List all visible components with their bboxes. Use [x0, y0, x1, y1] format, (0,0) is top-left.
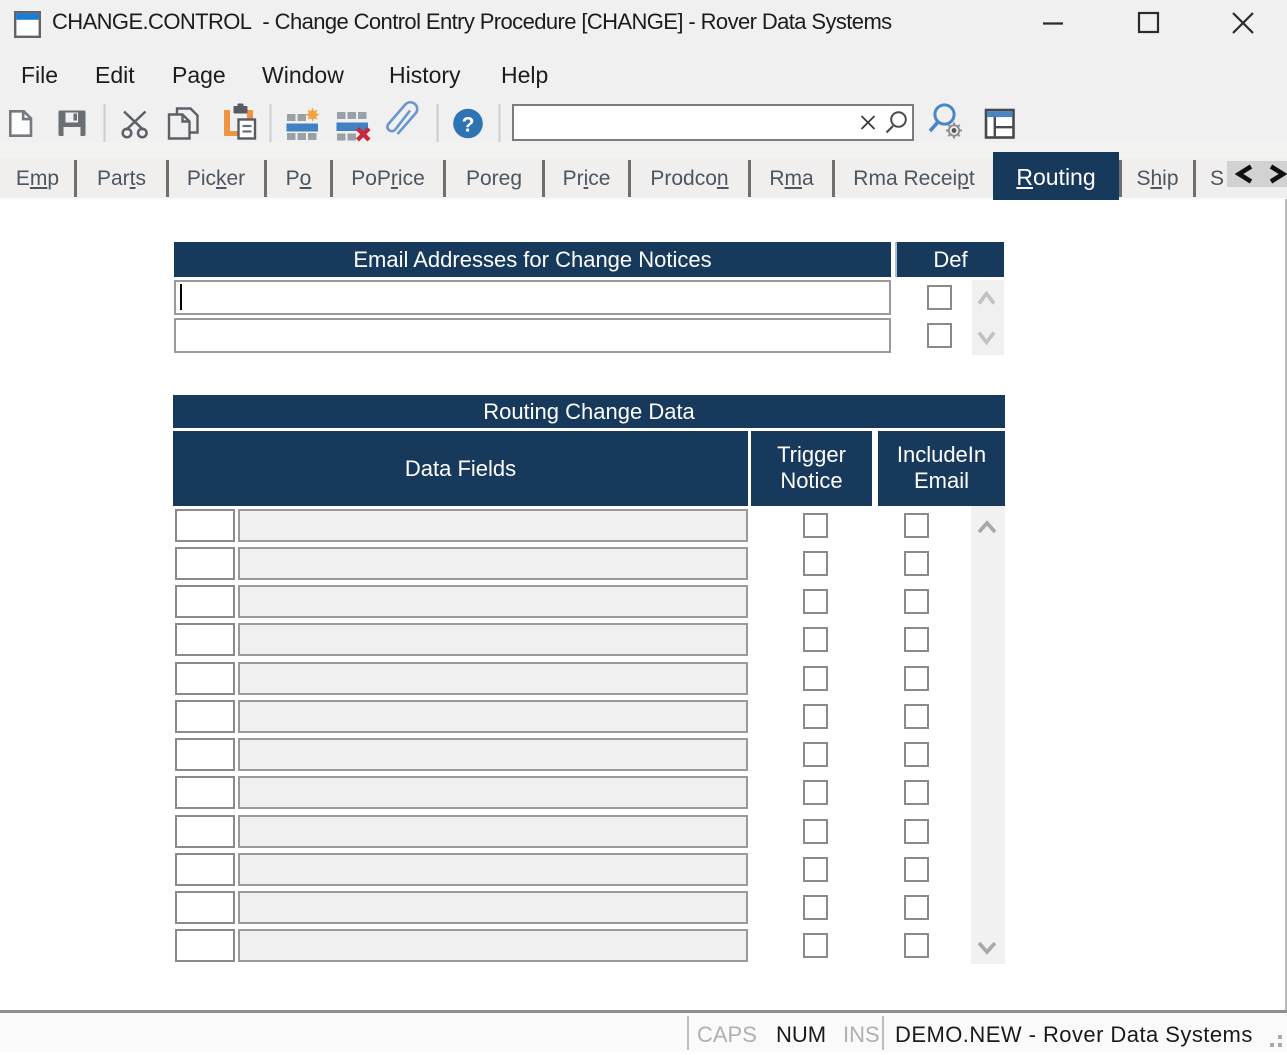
svg-text:?: ?: [462, 114, 475, 137]
